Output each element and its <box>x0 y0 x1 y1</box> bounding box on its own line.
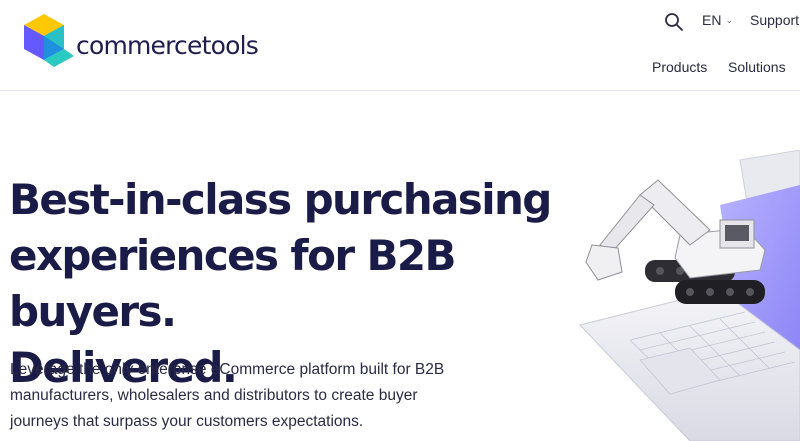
nav-solutions[interactable]: Solutions <box>728 59 786 75</box>
site-header: commercetools EN ⌄ Support Products Solu… <box>0 0 800 91</box>
hero-subtitle-line: journeys that surpass your customers exp… <box>10 413 364 430</box>
hero-subtitle: Leverage the only enterprise eCommerce p… <box>10 357 480 435</box>
hero-subtitle-line: manufacturers, wholesalers and distribut… <box>10 387 418 404</box>
language-label: EN <box>702 12 722 28</box>
chevron-down-icon: ⌄ <box>725 14 733 25</box>
hero-title-line: Best-in-class purchasing <box>9 175 552 224</box>
search-icon[interactable] <box>664 12 684 32</box>
cube-logo-icon <box>24 14 74 67</box>
support-link[interactable]: Support <box>750 12 799 28</box>
nav-products[interactable]: Products <box>652 59 707 75</box>
commercetools-logo[interactable]: commercetools <box>20 8 260 72</box>
language-selector[interactable]: EN ⌄ <box>702 12 733 28</box>
hero-title-line: experiences for B2B buyers. <box>9 231 457 336</box>
hero-laptop-excavator-image <box>579 150 800 441</box>
hero-subtitle-line: Leverage the only enterprise eCommerce p… <box>10 361 445 378</box>
logo-text: commercetools <box>76 30 259 60</box>
